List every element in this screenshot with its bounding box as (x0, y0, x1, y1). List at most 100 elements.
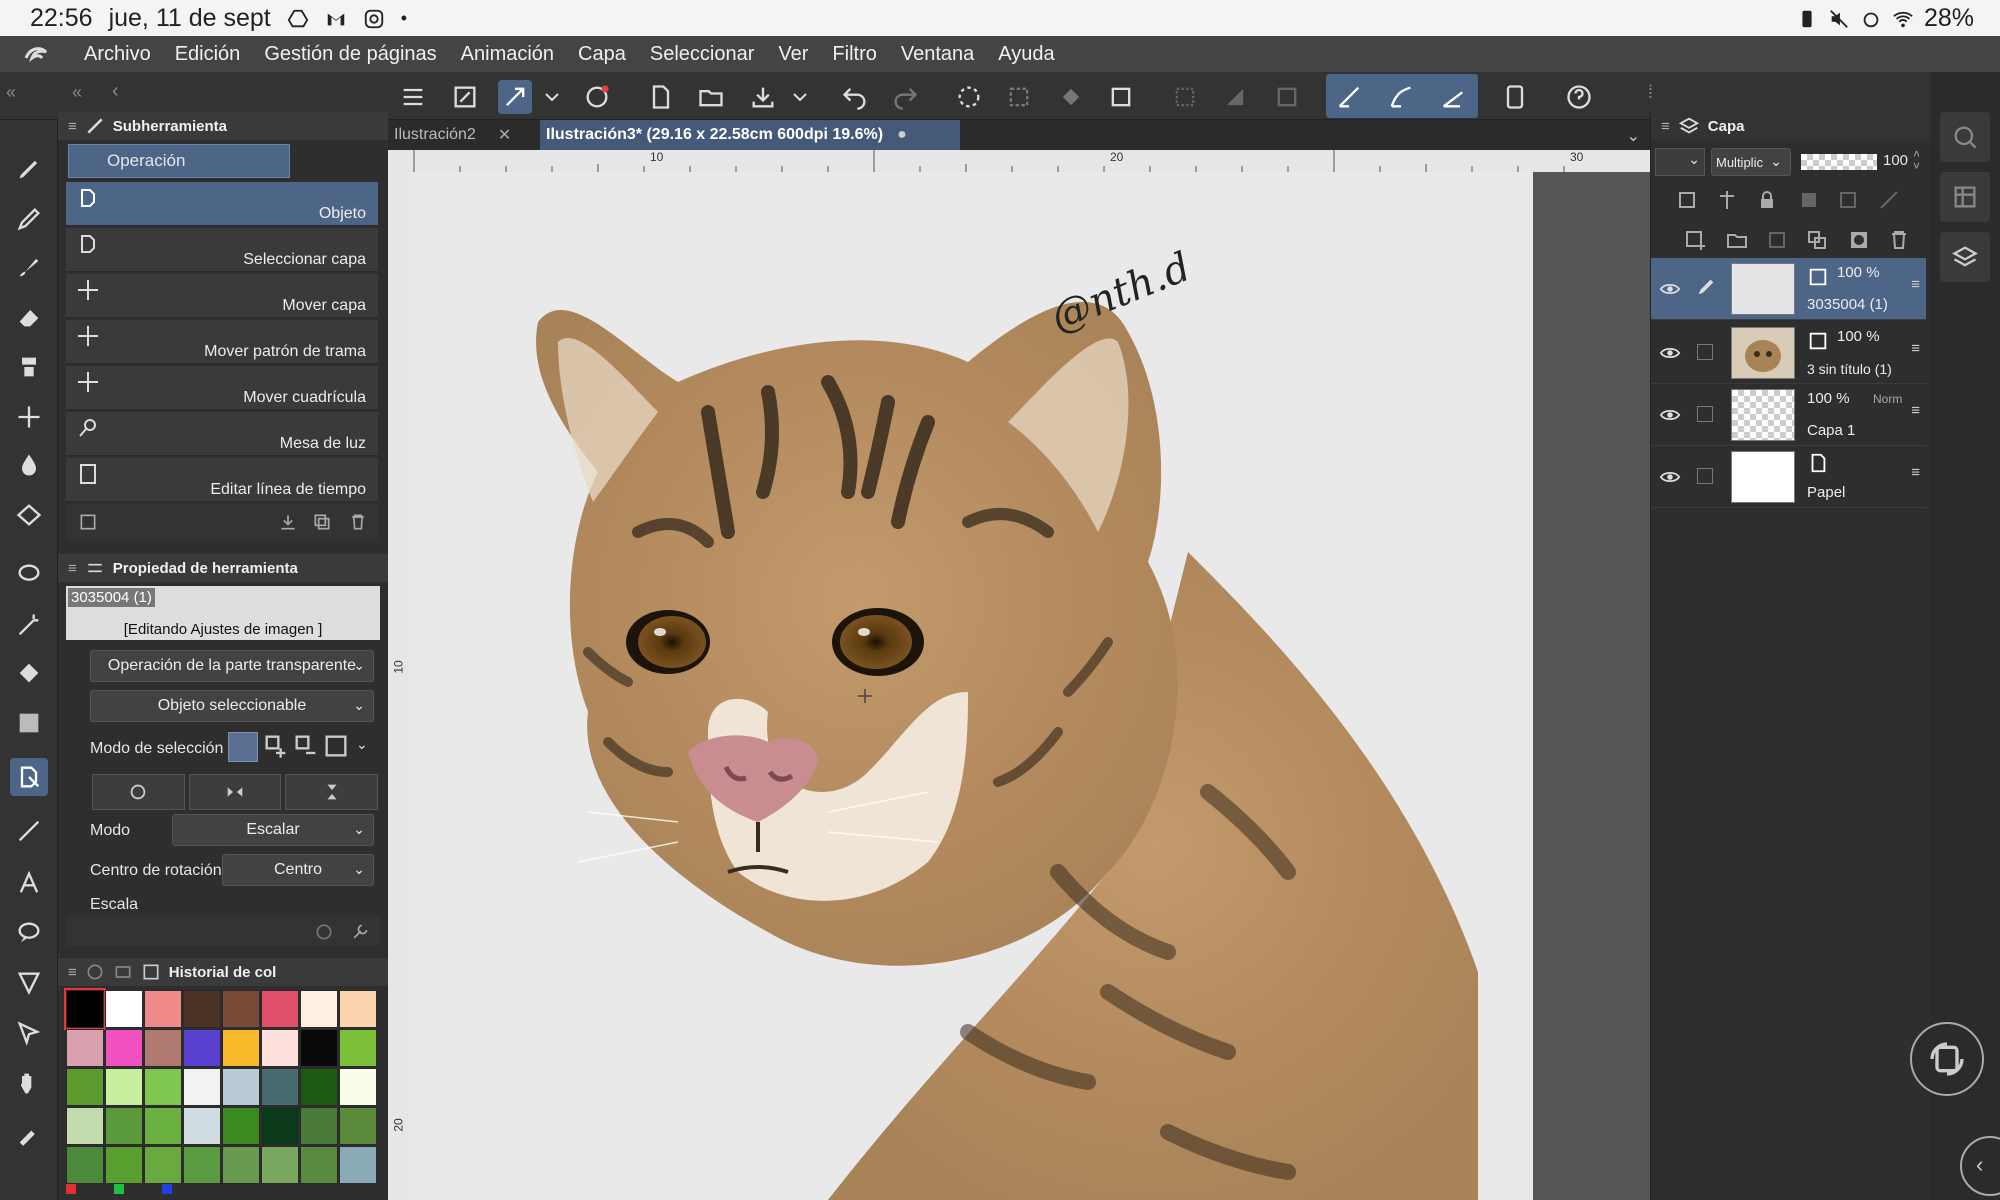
object-tool-icon[interactable] (498, 80, 532, 114)
menu-archivo[interactable]: Archivo (72, 43, 163, 66)
trash-icon[interactable] (348, 512, 368, 532)
grid-snap-icon[interactable] (1436, 80, 1470, 114)
menu-seleccionar[interactable]: Seleccionar (638, 43, 767, 66)
menu-ver[interactable]: Ver (766, 43, 820, 66)
canvas[interactable]: @nth.d (408, 172, 1533, 1200)
undo-icon[interactable] (838, 80, 872, 114)
color-swatch[interactable] (339, 1029, 377, 1067)
correct-line-icon[interactable] (10, 1014, 48, 1052)
flip-vertical-button[interactable] (285, 774, 379, 810)
color-swatch[interactable] (261, 990, 299, 1028)
subtool-item-mesa-de-luz[interactable]: Mesa de luz (66, 412, 378, 456)
menu-icon[interactable]: ≡ (68, 560, 77, 577)
subtool-settings-icon[interactable] (78, 512, 98, 532)
duplicate-icon[interactable] (312, 512, 332, 532)
rotate-button[interactable] (92, 774, 185, 810)
layers-icon[interactable] (1940, 232, 1990, 282)
merge-down-icon[interactable] (1805, 228, 1829, 252)
tab-ilustracion2[interactable]: Ilustración2 ✕ (388, 120, 536, 150)
color-swatch[interactable] (144, 1068, 182, 1106)
layer-menu-icon[interactable]: ≡ (1911, 402, 1920, 419)
operation-tool-icon[interactable] (10, 758, 48, 796)
selection-mode-new-icon[interactable] (228, 732, 258, 762)
clip-layer-icon[interactable] (1675, 188, 1699, 212)
fill-icon[interactable] (1054, 80, 1088, 114)
color-swatch[interactable] (144, 1029, 182, 1067)
color-swatch[interactable] (183, 1107, 221, 1145)
menu-icon[interactable]: ≡ (1661, 118, 1670, 135)
special-ruler-snap-icon[interactable] (1384, 80, 1418, 114)
3d-grid-icon[interactable] (10, 496, 48, 534)
app-logo-icon[interactable] (0, 42, 72, 66)
color-swatch[interactable] (183, 1068, 221, 1106)
help-icon[interactable] (1562, 80, 1596, 114)
layer-mask-icon[interactable] (1847, 228, 1871, 252)
color-swatch[interactable] (261, 1146, 299, 1184)
chevron-down-icon[interactable] (788, 80, 812, 114)
color-swatch[interactable] (66, 1107, 104, 1145)
color-swatch[interactable] (300, 1146, 338, 1184)
layer-row[interactable]: 100 % 3 sin título (1) ≡ (1651, 322, 1926, 384)
color-swatch[interactable] (66, 1068, 104, 1106)
menu-ayuda[interactable]: Ayuda (986, 43, 1066, 66)
companion-icon[interactable] (1498, 80, 1532, 114)
ruler-snap-icon[interactable] (1332, 80, 1366, 114)
subtool-item-editar-linea-tiempo[interactable]: Editar línea de tiempo (66, 458, 378, 502)
panel-grip-icon[interactable]: ⁞ (1648, 82, 1653, 103)
gradient-tool-icon[interactable] (10, 704, 48, 742)
color-swatch[interactable] (144, 990, 182, 1028)
color-swatch[interactable] (300, 1029, 338, 1067)
redo-icon[interactable] (888, 80, 922, 114)
layer-select-checkbox[interactable] (1697, 468, 1713, 484)
wrench-icon[interactable] (350, 922, 370, 942)
color-swatch[interactable] (222, 990, 260, 1028)
record-icon[interactable] (580, 80, 614, 114)
magic-wand-icon[interactable] (10, 606, 48, 644)
color-swatch[interactable] (339, 1146, 377, 1184)
layer-row[interactable]: 100 % Norm Capa 1 ≡ (1651, 384, 1926, 446)
color-swatch[interactable] (105, 990, 143, 1028)
pen-tool-icon[interactable] (10, 150, 48, 188)
menu-edicion[interactable]: Edición (163, 43, 253, 66)
mask-enable-icon[interactable] (1837, 188, 1865, 212)
hide-selection-icon[interactable] (1168, 80, 1202, 114)
reference-layer-icon[interactable] (1715, 188, 1739, 212)
blend-mode-dropdown[interactable]: Multiplic ⌄ (1711, 148, 1791, 176)
layer-select-checkbox[interactable] (1697, 406, 1713, 422)
color-swatch[interactable] (300, 1068, 338, 1106)
opacity-slider[interactable] (1801, 154, 1877, 170)
eye-icon[interactable] (1659, 342, 1681, 364)
menu-icon[interactable]: ≡ (68, 118, 77, 135)
new-folder-icon[interactable] (1725, 228, 1749, 252)
color-swatch[interactable] (261, 1029, 299, 1067)
sparkle-tool-icon[interactable] (10, 398, 48, 436)
lasso-tool-icon[interactable] (10, 556, 48, 594)
transparent-operation-dropdown[interactable]: Operación de la parte transparente ⌄ (90, 650, 374, 682)
color-swatch[interactable] (261, 1068, 299, 1106)
bucket-tool-icon[interactable] (10, 654, 48, 692)
color-swatch[interactable] (105, 1068, 143, 1106)
selection-frame-icon[interactable] (1270, 80, 1304, 114)
material-icon[interactable] (1940, 172, 1990, 222)
menu-animacion[interactable]: Animación (449, 43, 566, 66)
selection-mode-add-icon[interactable] (262, 732, 290, 762)
line-tool-icon[interactable] (10, 812, 48, 850)
blend-tool-icon[interactable] (10, 348, 48, 386)
fit-view-icon[interactable] (448, 80, 482, 114)
eyedropper-tool-icon[interactable] (10, 1114, 48, 1152)
eye-icon[interactable] (1659, 466, 1681, 488)
layer-color-dropdown[interactable]: ⌄ (1655, 148, 1705, 176)
layer-menu-icon[interactable]: ≡ (1911, 276, 1920, 293)
color-swatch[interactable] (339, 1107, 377, 1145)
layer-menu-icon[interactable]: ≡ (1911, 340, 1920, 357)
collapse-panel-button[interactable]: ‹ (1960, 1136, 2000, 1196)
transfer-down-icon[interactable] (1765, 228, 1789, 252)
subtool-item-mover-capa[interactable]: Mover capa (66, 274, 378, 318)
chevron-left-icon[interactable]: ‹ (112, 80, 119, 103)
transform-icon[interactable] (1104, 80, 1138, 114)
text-tool-icon[interactable] (10, 864, 48, 902)
eraser-tool-icon[interactable] (10, 298, 48, 336)
selection-mode-toggle-icon[interactable] (322, 732, 350, 762)
unsaved-dot-icon[interactable]: ● (897, 126, 907, 144)
balloon-tool-icon[interactable] (10, 914, 48, 952)
